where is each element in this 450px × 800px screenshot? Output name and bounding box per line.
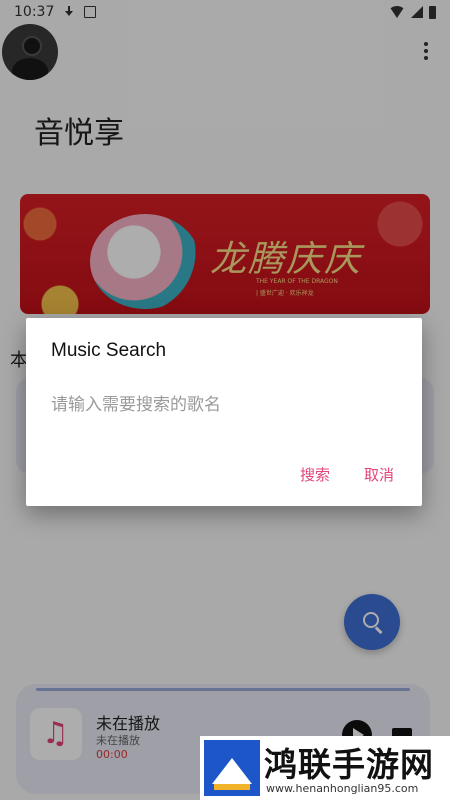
image-icon	[84, 6, 97, 18]
wifi-icon	[389, 6, 405, 18]
status-right	[389, 5, 436, 19]
song-search-input[interactable]	[51, 392, 397, 418]
cancel-button[interactable]: 取消	[364, 464, 394, 485]
status-bar: 10:37	[0, 0, 450, 24]
site-watermark: 鸿联手游网 www.henanhonglian95.com	[200, 736, 450, 800]
watermark-url: www.henanhonglian95.com	[266, 782, 419, 795]
download-icon	[64, 6, 74, 18]
music-search-dialog: Music Search 搜索 取消	[26, 318, 422, 506]
cellular-icon	[411, 6, 423, 18]
dialog-title: Music Search	[51, 340, 167, 361]
battery-icon	[429, 5, 436, 19]
watermark-logo	[204, 740, 260, 796]
status-time: 10:37	[14, 4, 55, 20]
search-button[interactable]: 搜索	[300, 464, 330, 485]
status-left: 10:37	[14, 4, 97, 20]
watermark-title: 鸿联手游网	[264, 745, 434, 784]
